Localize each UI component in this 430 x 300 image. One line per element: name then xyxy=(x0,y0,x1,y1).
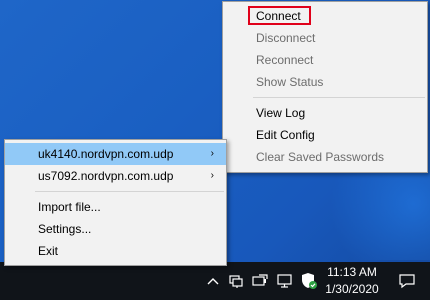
action-center-icon[interactable] xyxy=(392,262,422,300)
clock-time: 11:13 AM xyxy=(327,265,377,279)
menu-item-disconnect: Disconnect xyxy=(223,27,427,49)
tray-menu: uk4140.nordvpn.com.udp › us7092.nordvpn.… xyxy=(4,139,227,266)
highlight-box xyxy=(248,6,311,25)
power-icon[interactable] xyxy=(250,262,272,300)
menu-item-label: uk4140.nordvpn.com.udp xyxy=(38,147,174,161)
menu-item-label: Exit xyxy=(38,244,59,258)
submenu-arrow-icon: › xyxy=(210,170,214,181)
menu-item-view-log[interactable]: View Log xyxy=(223,102,427,124)
menu-item-import-file[interactable]: Import file... xyxy=(5,196,226,218)
menu-item-reconnect: Reconnect xyxy=(223,49,427,71)
menu-item-label: Disconnect xyxy=(256,31,316,45)
submenu-arrow-icon: › xyxy=(210,148,214,159)
taskbar: 11:13 AM 1/30/2020 xyxy=(0,262,430,300)
menu-item-label: Edit Config xyxy=(256,128,315,142)
menu-item-label: Clear Saved Passwords xyxy=(256,150,385,164)
menu-item-label: Import file... xyxy=(38,200,101,214)
menu-item-label: Show Status xyxy=(256,75,324,89)
menu-item-connect[interactable]: Connect xyxy=(223,5,427,27)
clock-date: 1/30/2020 xyxy=(325,282,379,296)
openvpn-shield-icon[interactable] xyxy=(298,262,320,300)
menu-item-label: us7092.nordvpn.com.udp xyxy=(38,169,174,183)
clock[interactable]: 11:13 AM 1/30/2020 xyxy=(324,262,380,300)
menu-item-edit-config[interactable]: Edit Config xyxy=(223,124,427,146)
menu-item-us7092-server[interactable]: us7092.nordvpn.com.udp › xyxy=(5,165,226,187)
menu-item-label: Reconnect xyxy=(256,53,314,67)
chevron-up-icon[interactable] xyxy=(204,262,222,300)
network-icon[interactable] xyxy=(226,262,248,300)
menu-separator xyxy=(35,191,224,192)
menu-item-settings[interactable]: Settings... xyxy=(5,218,226,240)
menu-item-label: View Log xyxy=(256,106,306,120)
menu-item-clear-saved-passwords: Clear Saved Passwords xyxy=(223,146,427,168)
monitor-icon[interactable] xyxy=(274,262,296,300)
menu-item-uk4140-server[interactable]: uk4140.nordvpn.com.udp › xyxy=(5,143,226,165)
connection-context-menu: Connect Disconnect Reconnect Show Status… xyxy=(222,1,428,173)
menu-item-show-status: Show Status xyxy=(223,71,427,93)
menu-item-label: Settings... xyxy=(38,222,92,236)
menu-item-exit[interactable]: Exit xyxy=(5,240,226,262)
menu-separator xyxy=(253,97,425,98)
